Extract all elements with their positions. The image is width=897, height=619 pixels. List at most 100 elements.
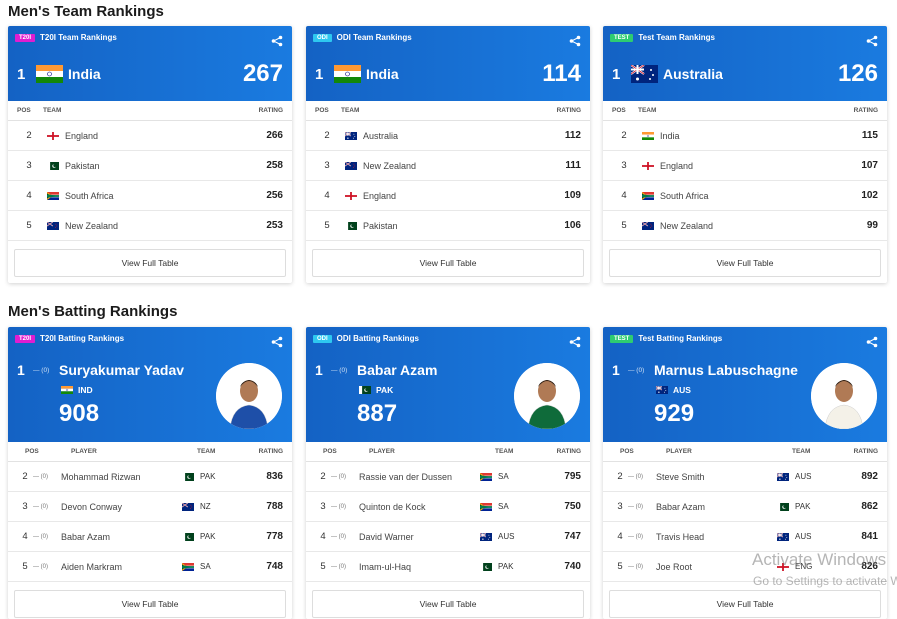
leader-country: IND [78, 385, 93, 395]
col-rating: RATING [853, 107, 878, 114]
row-rating: 836 [266, 471, 283, 482]
row-pos: 5 [22, 561, 28, 572]
card-title: T20I Team Rankings [40, 33, 117, 42]
row-rating: 102 [861, 190, 878, 201]
leader-rank: 1 [612, 66, 621, 83]
leader-rank: 1 [17, 66, 26, 83]
row-player[interactable]: Aiden Markram [61, 562, 182, 572]
flag-icon [777, 502, 789, 511]
leader-rank: 1 [315, 66, 324, 83]
row-team: New Zealand [65, 220, 119, 231]
row-team: PAK [498, 562, 514, 571]
table-row[interactable]: 2 — (0) Mohammad Rizwan PAK 836 [8, 462, 292, 492]
view-full-table-button[interactable]: View Full Table [14, 249, 286, 277]
row-team: AUS [498, 532, 515, 541]
row-player[interactable]: Devon Conway [61, 502, 182, 512]
table-row[interactable]: 5 New Zealand 253 [8, 211, 292, 241]
table-row[interactable]: 4 — (0) Babar Azam PAK 778 [8, 522, 292, 552]
table-row[interactable]: 2 Australia 112 [306, 121, 590, 151]
view-full-table-button[interactable]: View Full Table [14, 590, 286, 618]
leader-rating: 887 [357, 400, 398, 427]
row-player[interactable]: Quinton de Kock [359, 502, 480, 512]
leader-player[interactable]: Suryakumar Yadav [59, 362, 184, 378]
row-player[interactable]: Babar Azam [656, 502, 777, 512]
row-pos: 5 [324, 220, 330, 231]
row-pos: 3 [621, 160, 627, 171]
team-ranking-card: TEST Test Team Rankings 1 Australia 126 POS TE… [603, 26, 887, 283]
col-rating: RATING [853, 448, 878, 455]
col-rating: RATING [556, 107, 581, 114]
player-avatar [811, 363, 877, 429]
table-row[interactable]: 3 — (0) Quinton de Kock SA 750 [306, 492, 590, 522]
table-row[interactable]: 4 — (0) David Warner AUS 747 [306, 522, 590, 552]
row-player[interactable]: Mohammad Rizwan [61, 472, 182, 482]
row-player[interactable]: Rassie van der Dussen [359, 472, 480, 482]
table-row[interactable]: 3 — (0) Babar Azam PAK 862 [603, 492, 887, 522]
row-pos: 3 [324, 160, 330, 171]
table-row[interactable]: 2 — (0) Rassie van der Dussen SA 795 [306, 462, 590, 492]
table-row[interactable]: 4 South Africa 102 [603, 181, 887, 211]
rank-movement: — (0) [628, 563, 643, 570]
table-row[interactable]: 3 — (0) Devon Conway NZ 788 [8, 492, 292, 522]
table-row[interactable]: 5 — (0) Aiden Markram SA 748 [8, 552, 292, 582]
col-team: TEAM [197, 448, 216, 455]
row-player[interactable]: Imam-ul-Haq [359, 562, 480, 572]
row-player[interactable]: Babar Azam [61, 532, 182, 542]
row-pos: 5 [621, 220, 627, 231]
row-rating: 748 [266, 561, 283, 572]
column-header: POS TEAM RATING [8, 101, 292, 121]
share-icon[interactable] [271, 34, 283, 47]
view-full-table-button[interactable]: View Full Table [609, 590, 881, 618]
row-rating: 99 [866, 220, 878, 231]
share-icon[interactable] [866, 335, 878, 348]
share-icon[interactable] [569, 34, 581, 47]
flag-icon [777, 532, 789, 541]
row-rating: 841 [861, 531, 878, 542]
row-team: SA [200, 562, 211, 571]
row-rating: 258 [266, 160, 283, 171]
row-pos: 3 [22, 501, 28, 512]
format-badge: TEST [610, 334, 634, 343]
table-row[interactable]: 5 Pakistan 106 [306, 211, 590, 241]
flag-icon [642, 191, 654, 200]
table-row[interactable]: 4 South Africa 256 [8, 181, 292, 211]
share-icon[interactable] [271, 335, 283, 348]
table-row[interactable]: 3 Pakistan 258 [8, 151, 292, 181]
leader-player[interactable]: Babar Azam [357, 362, 437, 378]
share-icon[interactable] [866, 34, 878, 47]
col-pos: POS [17, 107, 31, 114]
row-team: South Africa [65, 190, 114, 201]
column-header: POS PLAYER TEAM RATING [8, 442, 292, 462]
view-full-table-button[interactable]: View Full Table [312, 249, 584, 277]
table-row[interactable]: 3 England 107 [603, 151, 887, 181]
table-row[interactable]: 5 New Zealand 99 [603, 211, 887, 241]
row-player[interactable]: Travis Head [656, 532, 777, 542]
view-full-table-button[interactable]: View Full Table [609, 249, 881, 277]
table-row[interactable]: 2 — (0) Steve Smith AUS 892 [603, 462, 887, 492]
col-pos: POS [620, 448, 634, 455]
row-rating: 107 [861, 160, 878, 171]
table-row[interactable]: 4 England 109 [306, 181, 590, 211]
table-row[interactable]: 3 New Zealand 111 [306, 151, 590, 181]
flag-icon [642, 131, 654, 140]
table-row[interactable]: 4 — (0) Travis Head AUS 841 [603, 522, 887, 552]
format-badge: ODI [313, 334, 332, 343]
row-team: England [363, 190, 397, 201]
row-rating: 266 [266, 130, 283, 141]
rank-movement: — (0) [33, 563, 48, 570]
table-row[interactable]: 2 England 266 [8, 121, 292, 151]
row-player[interactable]: David Warner [359, 532, 480, 542]
activate-windows-watermark: Activate Windows [752, 550, 887, 569]
leader-rating: 267 [242, 60, 283, 87]
table-row[interactable]: 2 India 115 [603, 121, 887, 151]
row-player[interactable]: Steve Smith [656, 472, 777, 482]
table-row[interactable]: 5 — (0) Imam-ul-Haq PAK 740 [306, 552, 590, 582]
team-rankings-title: Men's Team Rankings [8, 3, 164, 20]
card-title: T20I Batting Rankings [40, 334, 125, 343]
row-rating: 892 [861, 471, 878, 482]
team-ranking-card: T20I T20I Team Rankings 1 India 267 POS TEAM RA… [8, 26, 292, 283]
view-full-table-button[interactable]: View Full Table [312, 590, 584, 618]
share-icon[interactable] [569, 335, 581, 348]
leader-player[interactable]: Marnus Labuschagne [654, 362, 798, 378]
rank-movement: — (0) [331, 563, 346, 570]
